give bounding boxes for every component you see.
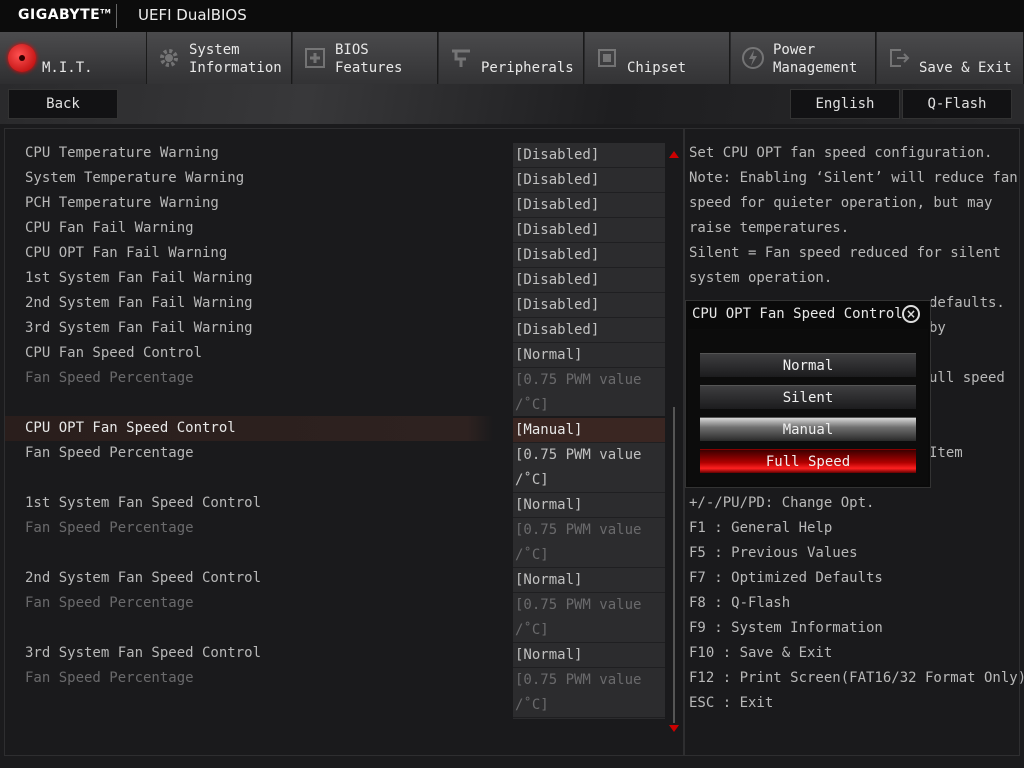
- tab-label: Chipset: [627, 60, 687, 76]
- tab-label: System: [189, 42, 240, 58]
- key-hint: ESC : Exit: [689, 695, 774, 711]
- tab-mit[interactable]: M.I.T.: [0, 32, 147, 84]
- tab-bios-features[interactable]: BIOS Features: [293, 32, 438, 84]
- help-text: Item: [929, 445, 963, 461]
- setting-value: [0.75 PWM value/˚C]: [513, 518, 665, 568]
- setting-value[interactable]: [Disabled]: [513, 243, 665, 268]
- tab-power-management[interactable]: Power Management: [731, 32, 876, 84]
- language-button[interactable]: English: [790, 89, 900, 119]
- key-hint: F12 : Print Screen(FAT16/32 Format Only): [689, 670, 1024, 686]
- chipset-icon: [598, 49, 616, 67]
- key-hint: F7 : Optimized Defaults: [689, 570, 883, 586]
- peripherals-icon: [452, 49, 470, 67]
- title-divider: [116, 4, 117, 28]
- key-hint: F8 : Q-Flash: [689, 595, 791, 611]
- setting-value[interactable]: [0.75 PWM value/˚C]: [513, 443, 665, 493]
- tab-label: Power: [773, 42, 816, 58]
- mit-icon: [8, 44, 36, 72]
- gigabyte-logo: GIGABYTETM: [18, 7, 112, 23]
- setting-value: [0.75 PWM value/˚C]: [513, 368, 665, 418]
- key-hint: F9 : System Information: [689, 620, 883, 636]
- setting-value[interactable]: [Disabled]: [513, 293, 665, 318]
- setting-value[interactable]: [Normal]: [513, 568, 665, 593]
- settings-panel: CPU Temperature Warning [Disabled] Syste…: [4, 128, 684, 756]
- setting-value[interactable]: [Disabled]: [513, 218, 665, 243]
- help-text: Set CPU OPT fan speed configuration.: [689, 145, 993, 161]
- setting-value[interactable]: [Normal]: [513, 643, 665, 668]
- setting-value[interactable]: [Disabled]: [513, 193, 665, 218]
- main-tabs: M.I.T. System Information BIOS Features …: [0, 32, 1024, 84]
- help-text: Silent = Fan speed reduced for silent: [689, 245, 1001, 261]
- tab-label: Peripherals: [481, 60, 574, 76]
- gear-icon: [160, 49, 178, 67]
- exit-icon: [890, 49, 910, 67]
- scroll-up-arrow-icon[interactable]: [669, 151, 679, 158]
- tab-label: M.I.T.: [42, 60, 93, 76]
- key-hint: F5 : Previous Values: [689, 545, 858, 561]
- sub-toolbar: Back English Q-Flash: [0, 84, 1024, 124]
- help-text: raise temperatures.: [689, 220, 850, 236]
- key-hint: F1 : General Help: [689, 520, 833, 536]
- tab-system-information[interactable]: System Information: [147, 32, 292, 84]
- setting-value: [0.75 PWM value/˚C]: [513, 593, 665, 643]
- scrollbar[interactable]: [669, 143, 679, 733]
- scroll-thumb[interactable]: [673, 407, 675, 723]
- option-popup: CPU OPT Fan Speed Control × Normal Silen…: [685, 300, 931, 488]
- tab-label: Management: [773, 60, 858, 76]
- setting-value[interactable]: [Normal]: [513, 343, 665, 368]
- help-text: ull speed: [929, 370, 1005, 386]
- tab-peripherals[interactable]: Peripherals: [439, 32, 584, 84]
- scroll-down-arrow-icon[interactable]: [669, 725, 679, 732]
- setting-value[interactable]: [Disabled]: [513, 268, 665, 293]
- help-text: defaults.: [929, 295, 1005, 311]
- help-text: by: [929, 320, 946, 336]
- setting-value[interactable]: [Disabled]: [513, 168, 665, 193]
- bios-features-icon: [305, 48, 325, 68]
- tab-label: Save & Exit: [919, 60, 1012, 76]
- close-icon[interactable]: ×: [902, 305, 920, 323]
- tab-label: Features: [335, 60, 403, 76]
- tab-chipset[interactable]: Chipset: [585, 32, 730, 84]
- option-manual[interactable]: Manual: [700, 417, 916, 441]
- setting-value[interactable]: [Normal]: [513, 493, 665, 518]
- tab-save-exit[interactable]: Save & Exit: [877, 32, 1024, 84]
- setting-value: [0.75 PWM value/˚C]: [513, 668, 665, 718]
- qflash-button[interactable]: Q-Flash: [902, 89, 1012, 119]
- key-hint: +/-/PU/PD: Change Opt.: [689, 495, 875, 511]
- option-silent[interactable]: Silent: [700, 385, 916, 409]
- option-normal[interactable]: Normal: [700, 353, 916, 377]
- back-button[interactable]: Back: [8, 89, 118, 119]
- setting-value-selected[interactable]: [Manual]: [513, 418, 665, 443]
- popup-options: Normal Silent Manual Full Speed: [688, 329, 928, 485]
- power-icon: [742, 47, 764, 69]
- bios-title: UEFI DualBIOS: [138, 6, 247, 24]
- help-text: system operation.: [689, 270, 833, 286]
- tab-label: Information: [189, 60, 282, 76]
- setting-value[interactable]: [Disabled]: [513, 318, 665, 343]
- setting-value[interactable]: [Disabled]: [513, 143, 665, 168]
- help-text: speed for quieter operation, but may: [689, 195, 993, 211]
- tab-label: BIOS: [335, 42, 369, 58]
- popup-title: CPU OPT Fan Speed Control: [692, 306, 903, 322]
- key-hint: F10 : Save & Exit: [689, 645, 833, 661]
- option-full-speed[interactable]: Full Speed: [700, 449, 916, 473]
- title-bar: GIGABYTETM UEFI DualBIOS: [0, 0, 1024, 32]
- help-text: Note: Enabling ‘Silent’ will reduce fan: [689, 170, 1018, 186]
